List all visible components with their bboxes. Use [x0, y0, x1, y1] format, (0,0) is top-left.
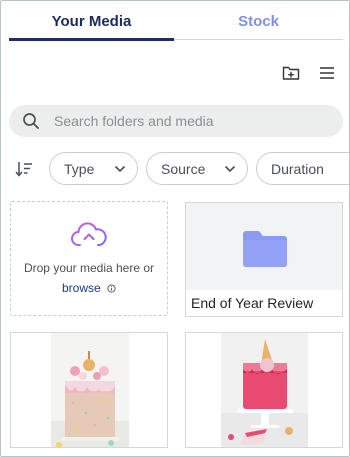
folder-card[interactable]: End of Year Review — [185, 202, 343, 317]
filter-duration-label: Duration — [271, 160, 324, 177]
folder-thumbnail — [186, 203, 342, 290]
media-card[interactable] — [185, 332, 343, 448]
info-icon[interactable] — [107, 284, 116, 293]
cake-photo-thumbnail — [51, 333, 129, 447]
folder-plus-icon — [282, 66, 300, 80]
filter-type[interactable]: Type — [49, 152, 138, 185]
media-card[interactable] — [10, 332, 168, 448]
chevron-down-icon — [114, 165, 126, 173]
filter-source[interactable]: Source — [146, 152, 248, 185]
filter-duration[interactable]: Duration — [256, 152, 349, 185]
cake-photo-thumbnail — [221, 333, 308, 447]
folder-icon — [243, 231, 287, 267]
tab-stock[interactable]: Stock — [174, 1, 343, 41]
cloud-upload-icon — [71, 222, 107, 249]
search-icon — [22, 112, 40, 130]
browse-row: browse — [11, 281, 167, 295]
folder-name: End of Year Review — [191, 295, 314, 311]
menu-button[interactable] — [317, 63, 337, 83]
media-panel: Your Media Stock Search folders and medi… — [0, 0, 350, 457]
dropzone-text: Drop your media here or — [23, 261, 155, 275]
new-folder-button[interactable] — [281, 63, 301, 83]
filter-type-label: Type — [64, 160, 95, 177]
media-tabs: Your Media Stock — [9, 1, 343, 41]
filter-row: Type Source Duration — [1, 152, 349, 186]
tab-your-media[interactable]: Your Media — [9, 1, 174, 41]
search-bar — [9, 105, 343, 137]
browse-link[interactable]: browse — [62, 281, 101, 295]
upload-dropzone[interactable]: Drop your media here or browse — [10, 201, 168, 316]
sort-button[interactable] — [15, 160, 35, 178]
hamburger-menu-icon — [320, 67, 334, 79]
chevron-down-icon — [224, 165, 236, 173]
sort-icon — [15, 162, 32, 177]
filter-source-label: Source — [161, 160, 206, 177]
search-input[interactable] — [54, 113, 314, 129]
